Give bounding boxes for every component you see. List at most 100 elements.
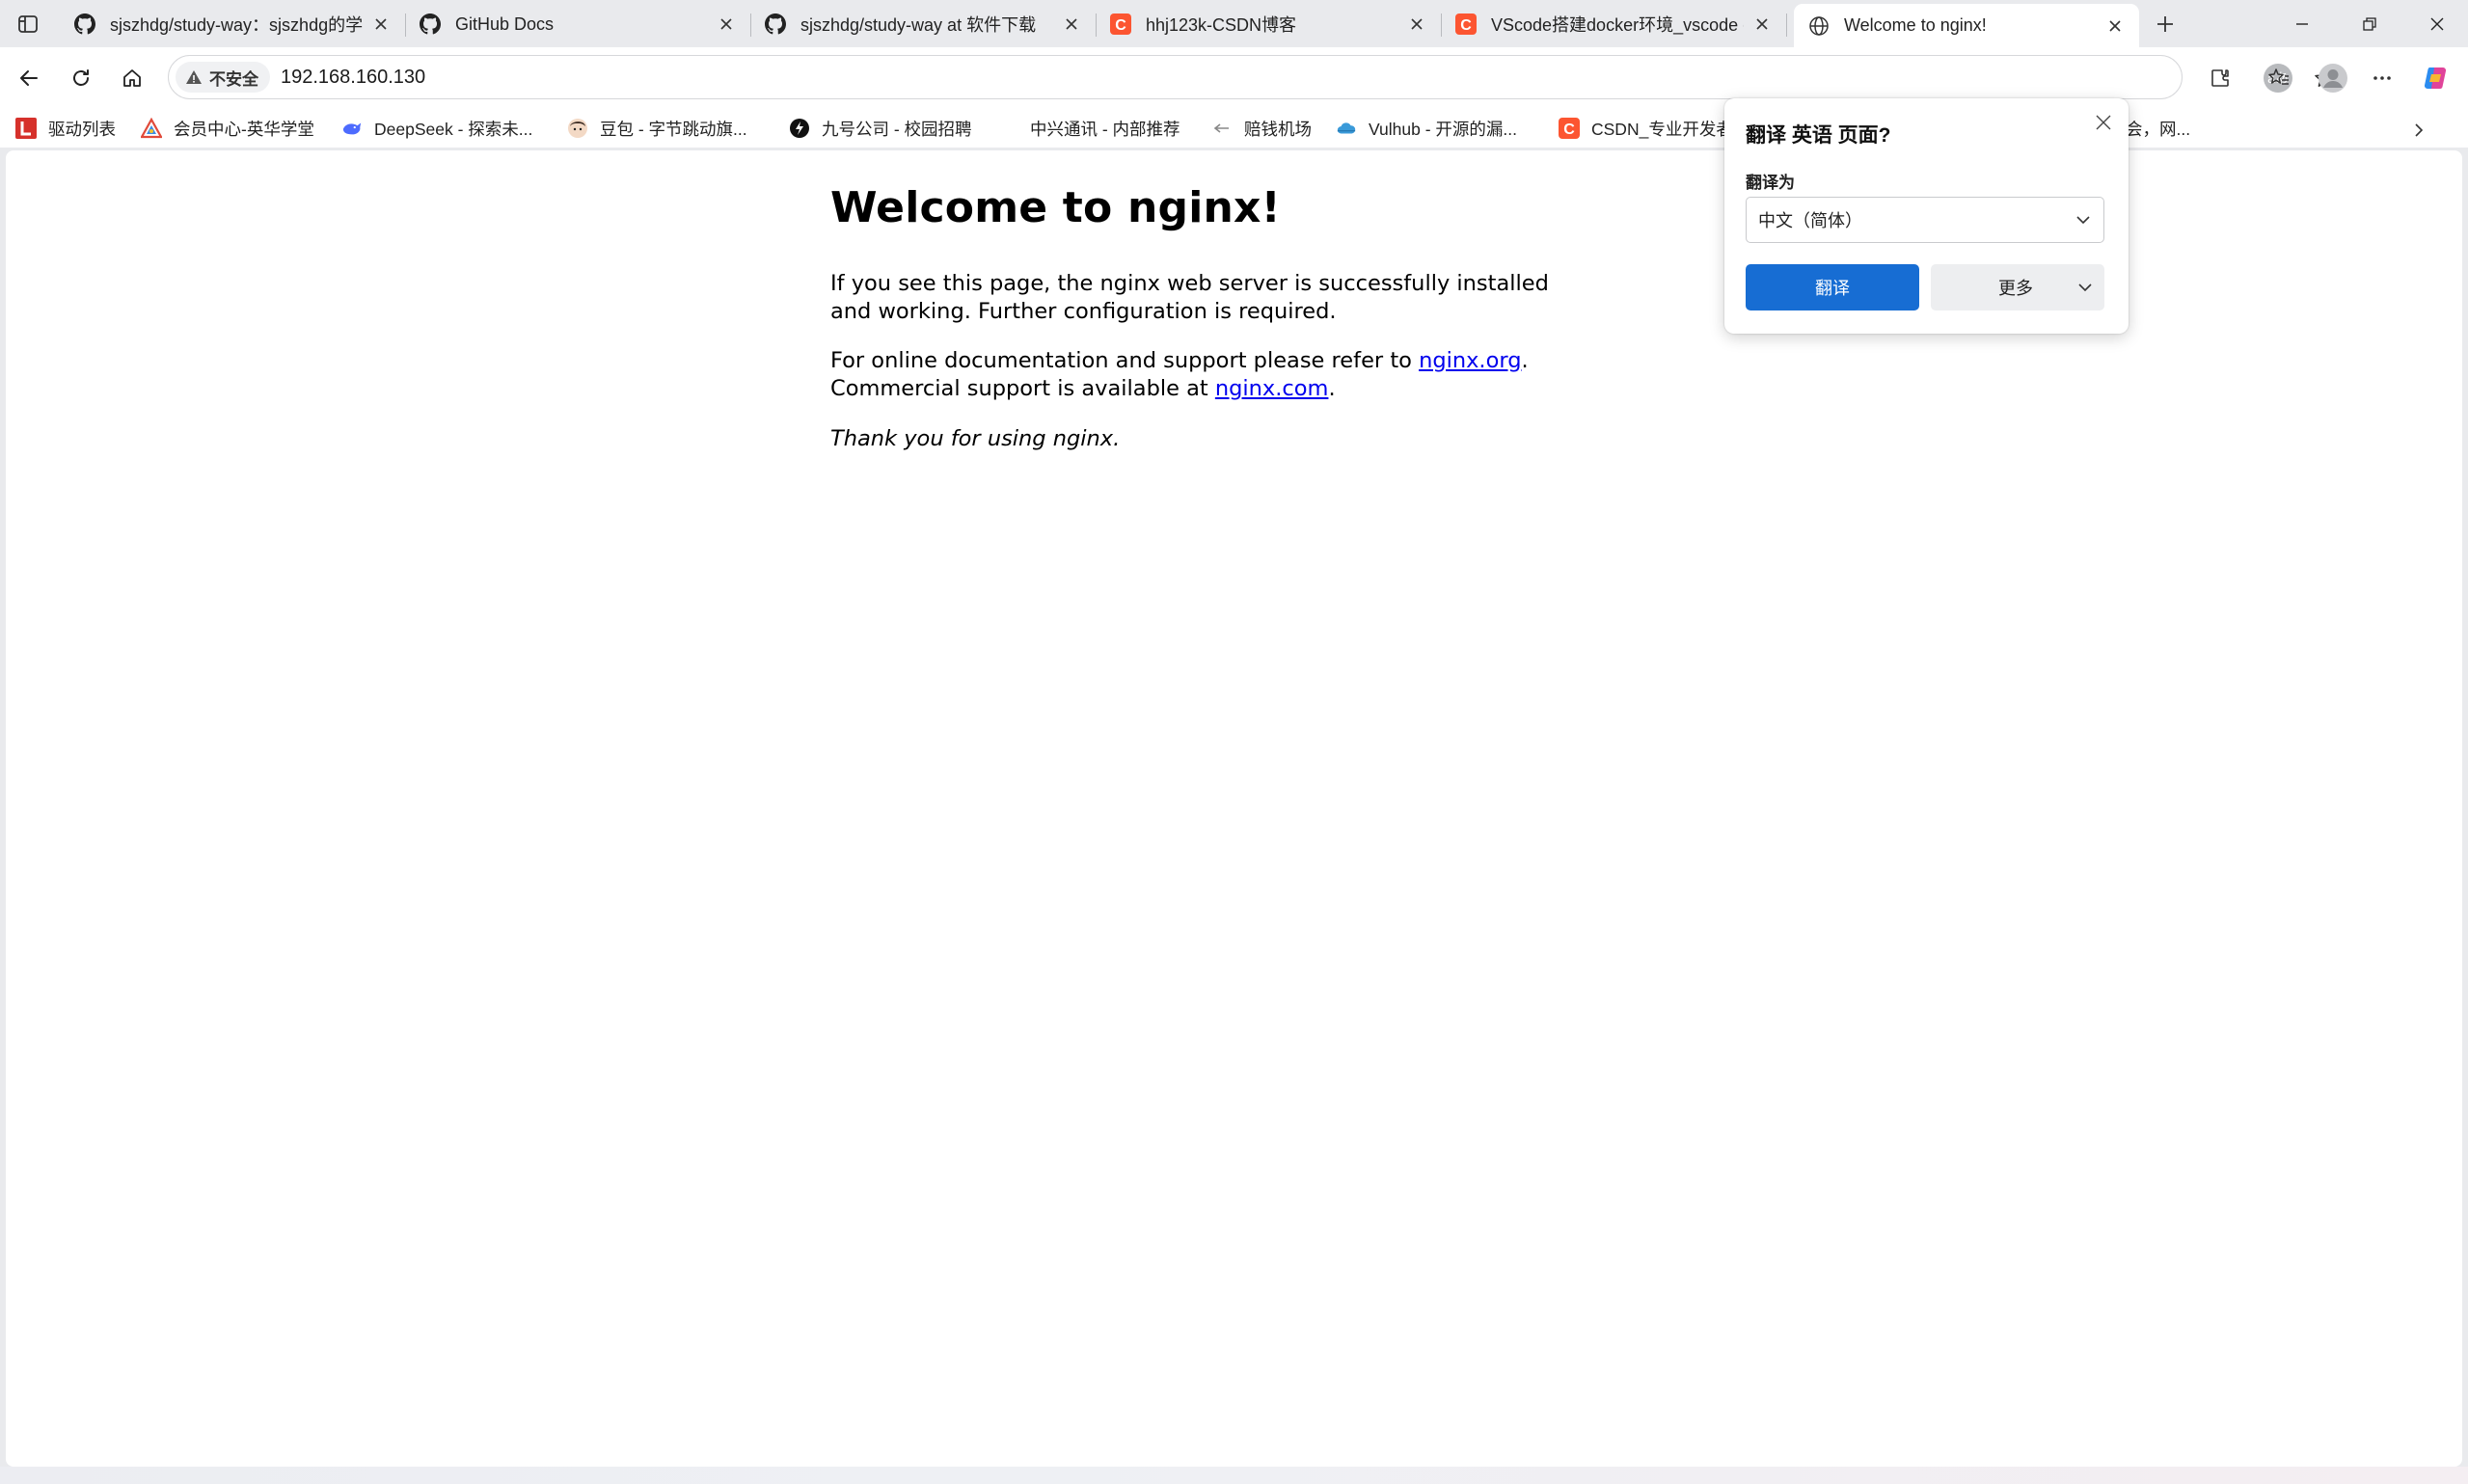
window-bottom-edge bbox=[0, 1467, 2468, 1484]
github-icon bbox=[73, 13, 96, 36]
tab-strip: sjszhdg/study-way：sjszhdg的学 GitHub Docs … bbox=[0, 0, 2468, 47]
close-tab-icon[interactable] bbox=[1059, 12, 1084, 37]
documentation-message: For online documentation and support ple… bbox=[830, 347, 1563, 403]
popup-close-button[interactable] bbox=[2089, 108, 2118, 137]
tab-actions-icon bbox=[18, 15, 38, 33]
bookmark-item[interactable]: 会，网... bbox=[2126, 115, 2190, 142]
more-dots-icon bbox=[2373, 76, 2391, 80]
warning-icon bbox=[186, 70, 202, 84]
support-text: Commercial support is available at bbox=[830, 376, 1215, 401]
svg-text:C: C bbox=[1460, 17, 1472, 34]
bookmark-item[interactable]: Vulhub - 开源的漏... bbox=[1336, 115, 1517, 142]
settings-more-button[interactable] bbox=[2365, 61, 2400, 95]
red-l-icon bbox=[15, 118, 37, 139]
more-options-button[interactable]: 更多 bbox=[1931, 264, 2104, 310]
bookmark-label: Vulhub - 开源的漏... bbox=[1369, 119, 1517, 139]
bookmark-item[interactable]: 会员中心-英华学堂 bbox=[141, 115, 314, 142]
nginx-com-link[interactable]: nginx.com bbox=[1215, 376, 1329, 401]
favorites-button[interactable] bbox=[2262, 61, 2296, 95]
close-tab-icon[interactable] bbox=[368, 12, 393, 37]
security-label: 不安全 bbox=[209, 69, 258, 89]
install-message: If you see this page, the nginx web serv… bbox=[830, 271, 1549, 324]
minimize-icon bbox=[2296, 22, 2308, 25]
bookmark-item[interactable]: 赔钱机场 bbox=[1211, 115, 1312, 142]
chevron-down-icon bbox=[2066, 279, 2104, 296]
home-button[interactable] bbox=[115, 61, 149, 95]
minimize-button[interactable] bbox=[2268, 0, 2336, 47]
extensions-button[interactable] bbox=[2203, 61, 2237, 95]
chevron-down-icon bbox=[2076, 216, 2090, 225]
cloud-icon bbox=[1336, 118, 1357, 139]
close-window-button[interactable] bbox=[2403, 0, 2468, 47]
bookmark-item[interactable]: 驱动列表 bbox=[15, 115, 116, 142]
blank-page-icon bbox=[997, 118, 1018, 139]
profile-button[interactable] bbox=[2315, 60, 2351, 96]
tab-title: hhj123k-CSDN博客 bbox=[1146, 15, 1297, 35]
bookmark-item[interactable]: 豆包 - 字节跳动旗... bbox=[567, 115, 747, 142]
bookmark-label: 驱动列表 bbox=[48, 119, 116, 139]
globe-icon bbox=[1807, 14, 1831, 38]
favorites-list-icon bbox=[2268, 68, 2289, 85]
home-icon bbox=[123, 69, 141, 87]
tab-study-way-software[interactable]: sjszhdg/study-way at 软件下载 bbox=[750, 4, 1097, 44]
bookmark-label: 赔钱机场 bbox=[1244, 119, 1312, 139]
arrow-left-small-icon bbox=[1211, 118, 1233, 139]
close-tab-icon[interactable] bbox=[2102, 13, 2128, 39]
tab-github-docs[interactable]: GitHub Docs bbox=[405, 4, 751, 44]
tab-vscode-docker[interactable]: C VScode搭建docker环境_vscode d bbox=[1441, 4, 1787, 44]
tab-title: sjszhdg/study-way at 软件下载 bbox=[800, 15, 1037, 35]
tab-csdn-blog[interactable]: C hhj123k-CSDN博客 bbox=[1096, 4, 1442, 44]
bookmark-item[interactable]: DeepSeek - 探索未... bbox=[341, 115, 532, 142]
selected-language: 中文（简体） bbox=[1758, 211, 1862, 230]
url-text[interactable]: 192.168.160.130 bbox=[281, 67, 425, 89]
bookmark-item[interactable]: 中兴通讯 - 内部推荐 bbox=[997, 115, 1180, 142]
translate-popup: 翻译 英语 页面? 翻译为 中文（简体） 翻译 更多 bbox=[1724, 98, 2129, 334]
tab-study-way[interactable]: sjszhdg/study-way：sjszhdg的学 bbox=[60, 4, 406, 44]
csdn-icon: C bbox=[1454, 13, 1478, 36]
bookmark-label: 会员中心-英华学堂 bbox=[174, 119, 314, 139]
nginx-welcome-page: Welcome to nginx! If you see this page, … bbox=[830, 179, 1563, 453]
target-language-select[interactable]: 中文（简体） bbox=[1746, 197, 2104, 243]
bookmarks-overflow-button[interactable] bbox=[2405, 117, 2432, 144]
bookmark-label: 豆包 - 字节跳动旗... bbox=[600, 119, 747, 139]
csdn-icon: C bbox=[1109, 13, 1132, 36]
bookmark-label: CSDN_专业开发者 bbox=[1591, 119, 1733, 139]
github-icon bbox=[419, 13, 442, 36]
github-icon bbox=[764, 13, 787, 36]
restore-button[interactable] bbox=[2336, 0, 2403, 47]
bookmark-label: 中兴通讯 - 内部推荐 bbox=[1030, 119, 1180, 139]
tab-title: GitHub Docs bbox=[455, 13, 555, 34]
tab-title: sjszhdg/study-way：sjszhdg的学 bbox=[110, 15, 363, 35]
support-text-punct: . bbox=[1328, 376, 1336, 401]
popup-title: 翻译 英语 页面? bbox=[1746, 124, 1891, 147]
security-indicator[interactable]: 不安全 bbox=[176, 62, 270, 93]
svg-text:C: C bbox=[1563, 121, 1575, 138]
back-arrow-icon bbox=[20, 70, 38, 86]
csdn-icon: C bbox=[1559, 118, 1580, 139]
address-bar[interactable]: 不安全 192.168.160.130 aあ bbox=[168, 55, 2334, 99]
page-title: Welcome to nginx! bbox=[830, 183, 1281, 232]
close-tab-icon[interactable] bbox=[714, 12, 739, 37]
copilot-icon bbox=[2424, 67, 2447, 90]
new-tab-button[interactable] bbox=[2149, 8, 2182, 40]
tab-actions-menu-button[interactable] bbox=[12, 9, 44, 40]
restore-icon bbox=[2363, 16, 2376, 31]
nginx-org-link[interactable]: nginx.org bbox=[1419, 348, 1521, 373]
copilot-button[interactable] bbox=[2419, 61, 2454, 95]
back-button[interactable] bbox=[12, 61, 46, 95]
doubao-avatar-icon bbox=[567, 118, 588, 139]
close-tab-icon[interactable] bbox=[1749, 12, 1775, 37]
thank-you-message: Thank you for using nginx. bbox=[830, 426, 1121, 451]
refresh-icon bbox=[73, 69, 89, 86]
refresh-button[interactable] bbox=[64, 61, 98, 95]
avatar bbox=[2319, 64, 2347, 93]
plus-icon bbox=[2157, 16, 2173, 32]
translate-button[interactable]: 翻译 bbox=[1746, 264, 1919, 310]
bookmark-item[interactable]: 九号公司 - 校园招聘 bbox=[789, 115, 972, 142]
doc-text: For online documentation and support ple… bbox=[830, 348, 1420, 373]
close-tab-icon[interactable] bbox=[1404, 12, 1429, 37]
close-icon bbox=[2430, 17, 2444, 30]
target-language-label: 翻译为 bbox=[1746, 174, 1795, 192]
bookmark-item[interactable]: C CSDN_专业开发者 bbox=[1559, 115, 1733, 142]
tab-welcome-nginx[interactable]: Welcome to nginx! bbox=[1794, 4, 2139, 47]
